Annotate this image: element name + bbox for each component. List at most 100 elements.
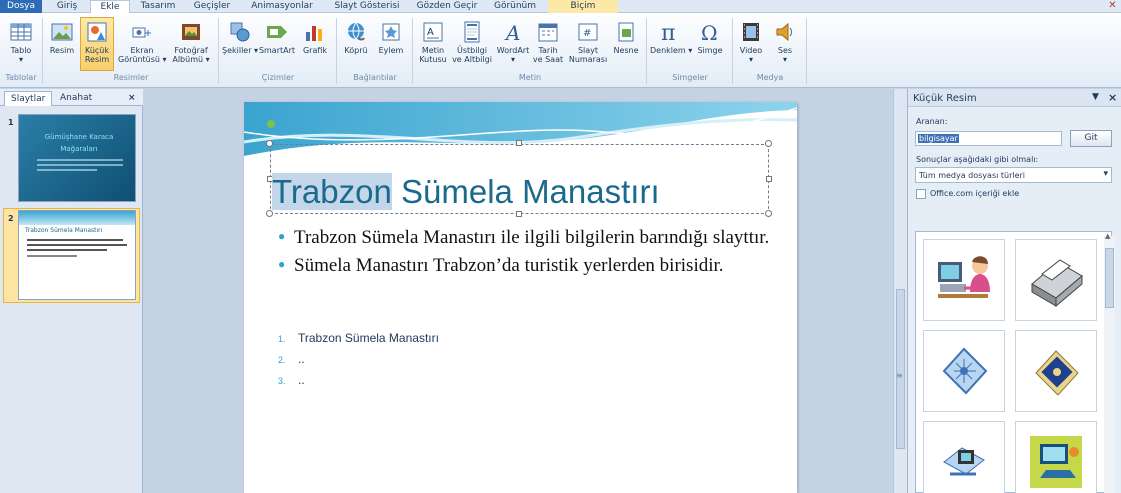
text-box-button[interactable]: A Metin Kutusu — [416, 20, 450, 64]
tab-view[interactable]: Görünüm — [486, 0, 544, 13]
resize-handle[interactable] — [516, 140, 522, 146]
globe-link-icon — [348, 22, 365, 41]
bullet-icon: ● — [278, 229, 286, 243]
slide-number: 2 — [8, 214, 14, 223]
chevron-down-icon: ▾ — [18, 55, 23, 64]
bullet-icon: ● — [278, 257, 286, 271]
group-label-symbols: Simgeler — [672, 73, 708, 82]
smartart-icon — [267, 26, 287, 38]
slide-title[interactable]: Trabzon Sümela Manastırı — [272, 170, 660, 214]
svg-text:Ω: Ω — [701, 21, 718, 44]
table-button[interactable]: Tablo ▾ — [4, 20, 38, 64]
equation-button[interactable]: π Denklem ▾ — [650, 20, 692, 55]
screenshot-button[interactable]: Ekran Görüntüsü ▾ — [118, 20, 167, 64]
computer-user-clipart-icon — [938, 256, 990, 298]
svg-text:A: A — [427, 27, 434, 38]
picture-icon — [51, 23, 73, 41]
workstation-clipart-icon — [1030, 436, 1082, 488]
clip-art-item[interactable] — [923, 239, 1005, 321]
tab-design[interactable]: Tasarım — [134, 0, 182, 13]
clip-art-item[interactable] — [1015, 421, 1097, 493]
clip-art-item[interactable] — [1015, 239, 1097, 321]
group-label-images: Resimler — [113, 73, 149, 82]
picture-button[interactable]: Resim — [46, 20, 78, 55]
tab-slideshow[interactable]: Slayt Gösterisi — [326, 0, 408, 13]
tab-home[interactable]: Giriş — [48, 0, 86, 13]
clip-art-button[interactable]: Küçük Resim — [80, 17, 114, 71]
group-label-media: Medya — [756, 73, 784, 82]
slide-canvas[interactable]: Trabzon Sümela Manastırı ● Trabzon Sümela… — [244, 102, 797, 493]
tab-file[interactable]: Dosya — [0, 0, 42, 13]
close-icon[interactable]: × — [1108, 91, 1117, 104]
list-item: 3... — [278, 373, 305, 387]
speaker-icon — [776, 22, 792, 42]
slide-number-icon: # — [578, 23, 598, 41]
content-placeholder[interactable]: ● Trabzon Sümela Manastırı ile ilgili bil… — [278, 226, 778, 277]
close-icon[interactable]: ✕ — [1104, 0, 1121, 13]
list-item: 2... — [278, 352, 305, 366]
chart-button[interactable]: Grafik — [298, 20, 332, 55]
tab-transitions[interactable]: Geçişler — [186, 0, 238, 13]
date-time-button[interactable]: Tarih ve Saat — [532, 20, 564, 64]
tab-review[interactable]: Gözden Geçir — [412, 0, 482, 13]
clip-art-item[interactable] — [1015, 330, 1097, 412]
smartart-button[interactable]: SmartArt — [258, 20, 296, 55]
scroll-grip-icon: ≡ — [896, 371, 903, 380]
omega-icon: Ω — [701, 21, 718, 44]
symbol-button[interactable]: Ω Simge — [692, 20, 728, 55]
resize-handle[interactable] — [765, 210, 772, 217]
slide-thumbnail-1[interactable]: Gümüşhane Karaca Mağaraları — [18, 114, 136, 202]
clip-art-icon — [87, 22, 107, 42]
slide-number: 1 — [8, 118, 14, 127]
object-icon — [618, 22, 634, 42]
rotate-handle[interactable] — [267, 120, 275, 128]
audio-button[interactable]: Ses ▾ — [770, 20, 800, 64]
wordart-button[interactable]: A WordArt ▾ — [494, 20, 532, 64]
svg-text:π: π — [661, 21, 675, 44]
slide-thumbnail-2[interactable]: Trabzon Sümela Manastırı — [18, 210, 136, 300]
object-button[interactable]: Nesne — [610, 20, 642, 55]
ribbon-tab-bar: Dosya Giriş Ekle Tasarım Geçişler Animas… — [0, 0, 1121, 14]
wordart-icon: A — [504, 21, 520, 44]
tab-outline[interactable]: Anahat — [54, 91, 98, 106]
text-box-icon: A — [423, 22, 443, 42]
shapes-button[interactable]: Şekiller ▾ — [222, 20, 258, 55]
tab-format[interactable]: Biçim — [548, 0, 618, 13]
clip-art-item[interactable] — [923, 330, 1005, 412]
group-label-illustrations: Çizimler — [261, 73, 295, 82]
list-item: 1. Trabzon Sümela Manastırı — [278, 331, 439, 345]
tab-insert[interactable]: Ekle — [90, 0, 130, 14]
bullet-item: ● Trabzon Sümela Manastırı ile ilgili bil… — [278, 227, 770, 248]
resize-handle[interactable] — [766, 176, 772, 182]
video-button[interactable]: Video ▾ — [736, 20, 766, 64]
resize-handle[interactable] — [765, 140, 772, 147]
slide-number-button[interactable]: # Slayt Numarası — [566, 20, 610, 64]
film-icon — [743, 23, 759, 41]
go-button[interactable]: Git — [1070, 130, 1112, 147]
photo-album-button[interactable]: Fotoğraf Albümü ▾ — [168, 20, 214, 64]
header-footer-button[interactable]: Üstbilgi ve Altbilgi — [452, 20, 492, 64]
search-input[interactable]: bilgisayar — [915, 131, 1062, 146]
group-label-tables: Tablolar — [5, 73, 37, 82]
media-type-dropdown[interactable]: Tüm medya dosyası türleri ▾ — [915, 167, 1112, 183]
monitor-clipart-icon — [943, 447, 985, 476]
office-content-checkbox[interactable] — [916, 189, 926, 199]
tab-animations[interactable]: Animasyonlar — [242, 0, 322, 13]
resize-handle[interactable] — [266, 140, 273, 147]
hyperlink-button[interactable]: Köprü — [340, 20, 372, 55]
shapes-icon — [230, 22, 250, 42]
action-button[interactable]: Eylem — [374, 20, 408, 55]
chart-icon — [306, 26, 322, 41]
clip-art-item[interactable] — [923, 421, 1005, 493]
close-icon[interactable]: × — [122, 91, 142, 106]
pane-menu-icon[interactable]: ▼ — [1092, 92, 1099, 102]
chevron-down-icon: ▾ — [1103, 169, 1108, 179]
pane-title: Küçük Resim — [913, 93, 977, 104]
header-footer-icon — [464, 21, 480, 43]
photo-album-icon — [182, 24, 200, 40]
results-scrollbar[interactable]: ▲ — [1104, 232, 1115, 493]
svg-text:#: # — [583, 28, 591, 39]
numbered-list[interactable]: 1. Trabzon Sümela Manastırı 2... 3... — [278, 328, 439, 391]
vertical-scrollbar[interactable]: ≡ — [893, 89, 907, 493]
tab-slides[interactable]: Slaytlar — [4, 91, 53, 106]
